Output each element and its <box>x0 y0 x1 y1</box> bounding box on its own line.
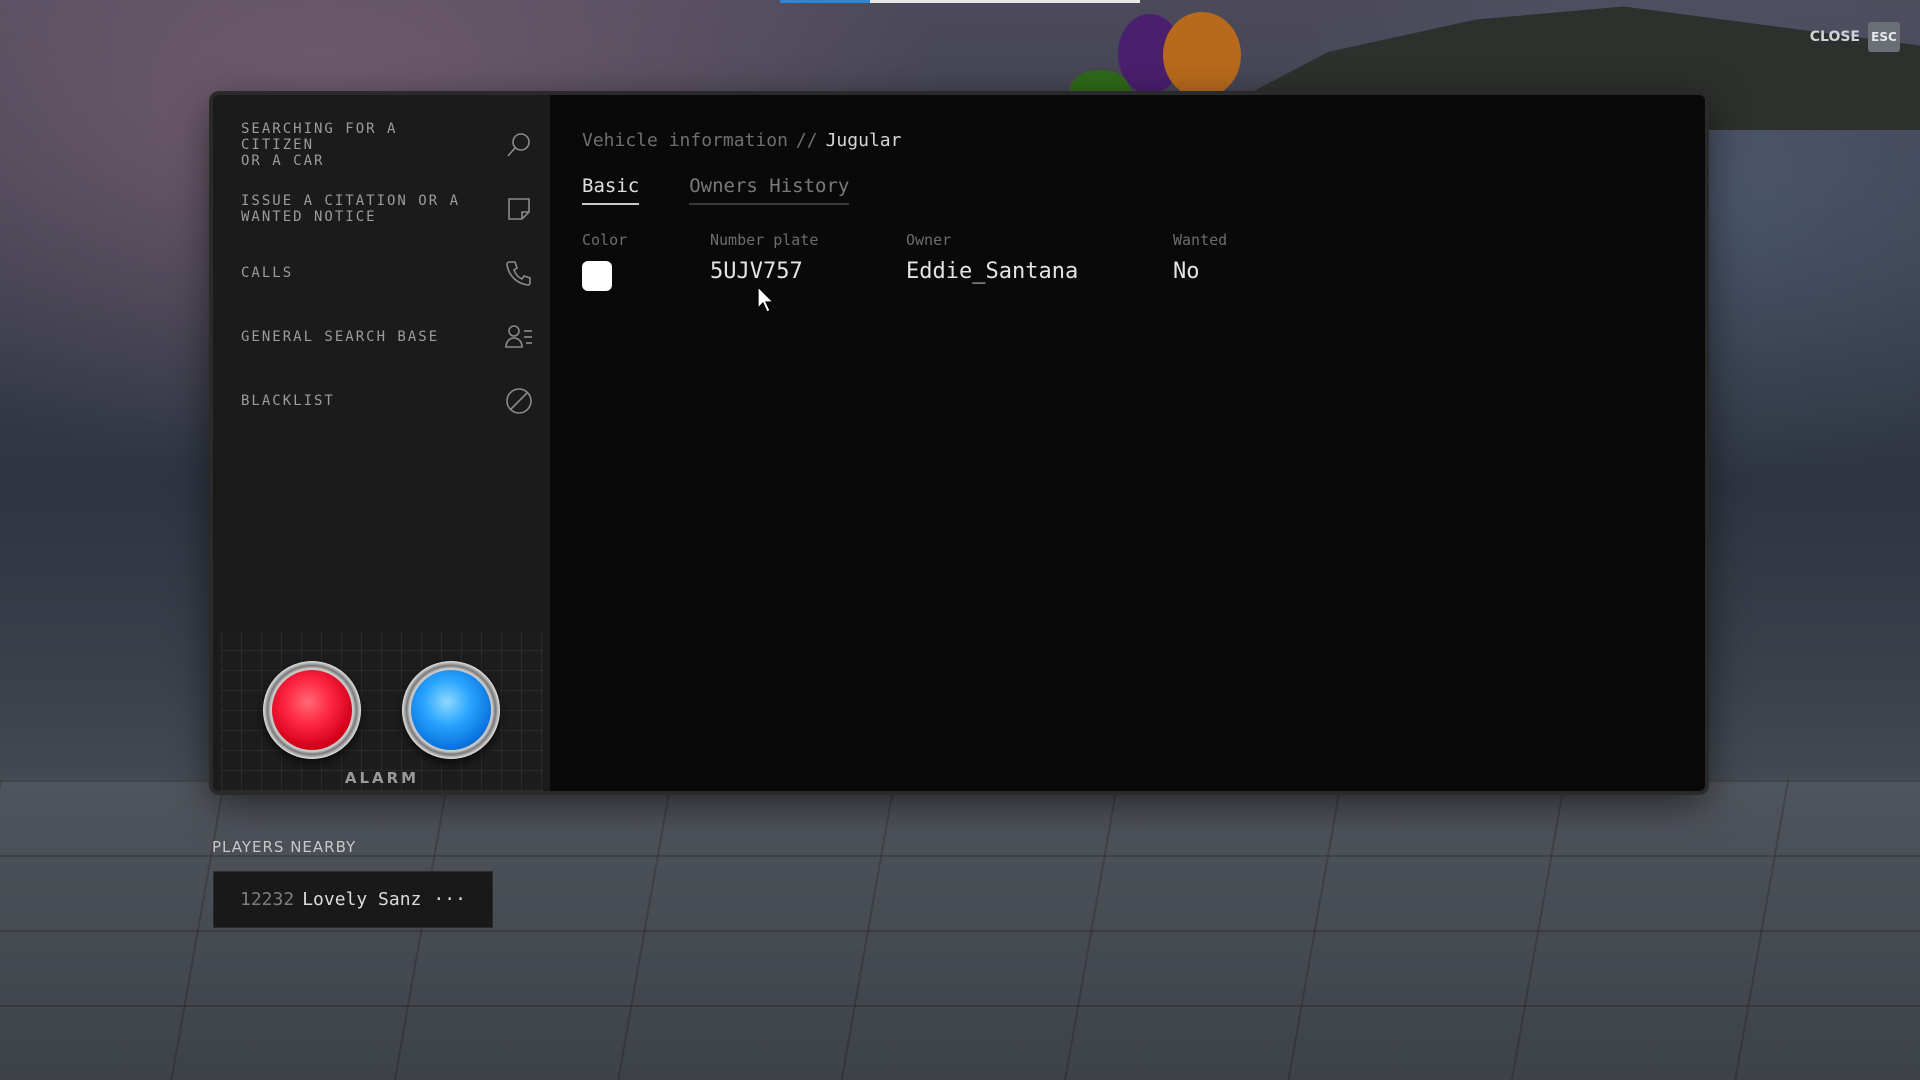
close-button[interactable]: CLOSE ESC <box>1810 22 1900 52</box>
note-icon <box>504 194 534 224</box>
alarm-blue-button[interactable] <box>402 661 500 759</box>
top-progress-bar <box>780 0 1140 3</box>
sidebar-item-label: ISSUE A CITATION OR A WANTED NOTICE <box>241 193 461 225</box>
sidebar-item-citation[interactable]: ISSUE A CITATION OR A WANTED NOTICE <box>213 177 550 241</box>
vehicle-info-panel: Vehicle information // Jugular Basic Owner… <box>550 95 1705 791</box>
breadcrumb-section: Vehicle information <box>582 130 788 151</box>
player-id: 12232 <box>240 889 295 910</box>
breadcrumb-current: Jugular <box>825 130 902 151</box>
wanted-value: No <box>1173 259 1200 284</box>
plate-value: 5UJV757 <box>710 259 803 284</box>
vehicle-fields: Color Number plate 5UJV757 Owner Eddie_S… <box>582 231 1673 291</box>
alarm-red-light <box>272 670 352 750</box>
more-options-icon[interactable]: ··· <box>433 889 466 910</box>
sidebar-item-blacklist[interactable]: BLACKLIST <box>213 369 550 433</box>
field-color: Color <box>582 231 710 291</box>
breadcrumb: Vehicle information // Jugular <box>582 130 1673 151</box>
mouse-cursor-icon <box>757 286 775 313</box>
sidebar: SEARCHING FOR A CITIZEN OR A CAR ISSUE A… <box>213 95 550 791</box>
esc-key-badge: ESC <box>1868 22 1900 52</box>
sidebar-item-calls[interactable]: CALLS <box>213 241 550 305</box>
sidebar-item-label: SEARCHING FOR A CITIZEN OR A CAR <box>241 121 398 169</box>
block-icon <box>504 386 534 416</box>
alarm-label: ALARM <box>344 769 420 787</box>
user-list-icon <box>504 322 534 352</box>
sidebar-item-label: BLACKLIST <box>241 393 335 409</box>
balloon-orange <box>1163 12 1241 98</box>
field-owner: Owner Eddie_Santana <box>906 231 1173 291</box>
tab-basic[interactable]: Basic <box>582 175 640 205</box>
ground-pavement <box>0 780 1920 1080</box>
phone-icon <box>504 258 534 288</box>
alarm-panel: ALARM <box>221 631 543 791</box>
sidebar-item-label: GENERAL SEARCH BASE <box>241 329 440 345</box>
tab-bar: Basic Owners History <box>582 175 1673 205</box>
sidebar-item-general-search[interactable]: GENERAL SEARCH BASE <box>213 305 550 369</box>
player-card[interactable]: 12232 Lovely Sanz ··· <box>213 871 493 928</box>
tab-owners-history[interactable]: Owners History <box>689 175 850 205</box>
color-swatch <box>582 261 612 291</box>
close-label: CLOSE <box>1809 29 1860 45</box>
player-name: Lovely Sanz <box>302 889 422 910</box>
color-label: Color <box>582 231 628 249</box>
search-icon <box>504 130 534 160</box>
owner-label: Owner <box>906 231 952 249</box>
police-tablet: SEARCHING FOR A CITIZEN OR A CAR ISSUE A… <box>213 95 1705 791</box>
owner-value: Eddie_Santana <box>906 259 1079 284</box>
field-wanted: Wanted No <box>1173 231 1227 291</box>
sidebar-item-search[interactable]: SEARCHING FOR A CITIZEN OR A CAR <box>213 113 550 177</box>
top-progress-fill <box>780 0 870 3</box>
sidebar-item-label: CALLS <box>241 265 294 281</box>
breadcrumb-separator: // <box>795 130 818 151</box>
alarm-blue-light <box>411 670 491 750</box>
plate-label: Number plate <box>710 231 819 249</box>
field-plate: Number plate 5UJV757 <box>710 231 906 291</box>
alarm-red-button[interactable] <box>263 661 361 759</box>
wanted-label: Wanted <box>1173 231 1228 249</box>
players-nearby-title: PLAYERS NEARBY <box>212 838 357 856</box>
